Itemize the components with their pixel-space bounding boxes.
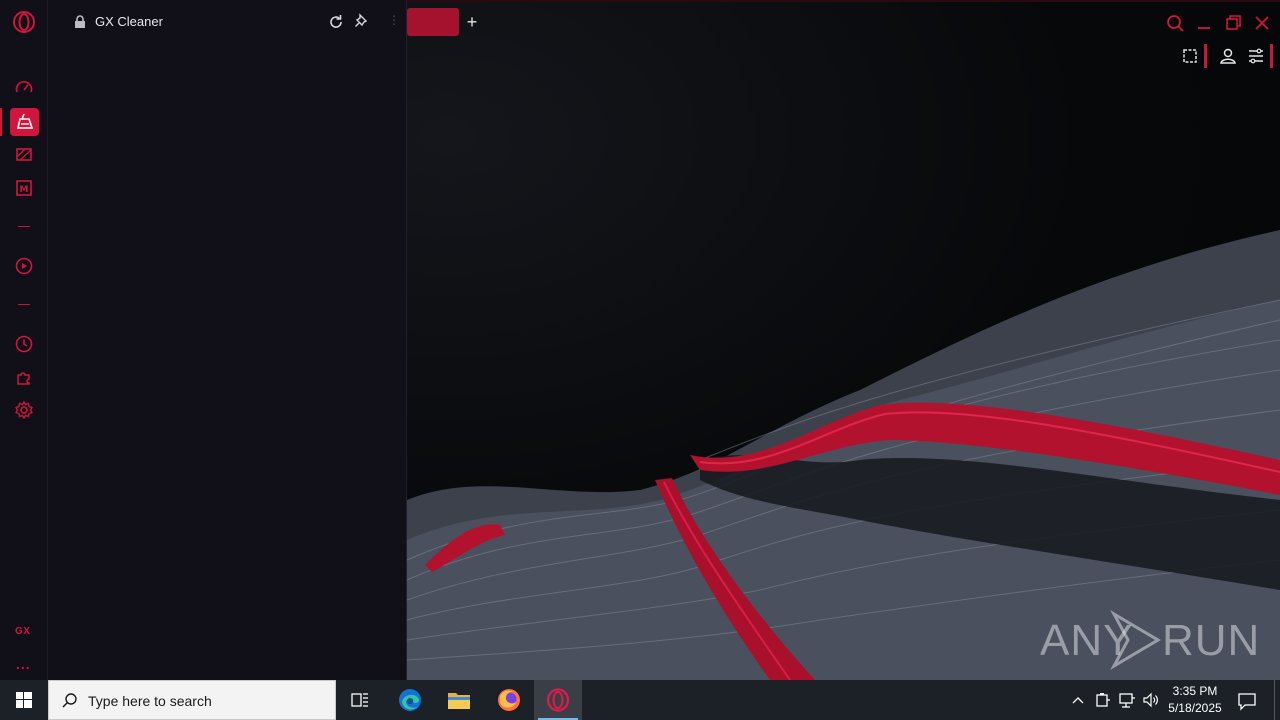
- speed-dial-icon[interactable]: [12, 76, 36, 100]
- history-icon[interactable]: [12, 332, 36, 356]
- toolbar-accent-left: [1204, 44, 1207, 68]
- active-indicator: [0, 108, 2, 136]
- search-placeholder: Type here to search: [88, 693, 212, 709]
- opera-gx-icon: [546, 688, 570, 712]
- gx-corner-icon[interactable]: M: [12, 176, 36, 200]
- windows-taskbar: Type here to search 3:35 PM 5/18/2025: [0, 680, 1280, 720]
- active-tab[interactable]: [407, 8, 459, 36]
- clock-date: 5/18/2025: [1168, 701, 1222, 715]
- network-icon[interactable]: [1117, 690, 1137, 710]
- sidebar-separator: [18, 304, 30, 305]
- windows-start-icon[interactable]: [0, 680, 48, 720]
- file-explorer-taskbar-button[interactable]: [435, 680, 483, 720]
- panel-title: GX Cleaner: [95, 14, 163, 29]
- firefox-icon: [498, 689, 520, 711]
- clock-time: 3:35 PM: [1172, 684, 1218, 698]
- device-icon[interactable]: [1093, 690, 1113, 710]
- snapshot-icon[interactable]: [1179, 45, 1201, 67]
- gx-cleaner-panel: GX Cleaner ⋮: [48, 0, 407, 680]
- show-desktop-divider[interactable]: [1274, 680, 1275, 720]
- watermark-right: RUN: [1162, 616, 1261, 665]
- desktop-screen: + M GX ... GX Cleaner ⋮ ANY RUN Type her…: [0, 0, 1280, 720]
- browser-sidebar: M GX ...: [0, 0, 48, 680]
- edge-icon: [399, 689, 421, 711]
- minimize-icon[interactable]: [1193, 12, 1215, 34]
- volume-icon[interactable]: [1141, 690, 1161, 710]
- gx-control-icon[interactable]: [12, 143, 36, 167]
- toolbar-accent-right: [1270, 44, 1273, 68]
- file-explorer-icon: [448, 693, 470, 709]
- taskbar-search-box[interactable]: Type here to search: [48, 680, 336, 720]
- task-view-icon: [351, 693, 368, 707]
- task-view-button[interactable]: [336, 680, 384, 720]
- new-tab-button[interactable]: +: [462, 12, 482, 32]
- chevron-up-icon[interactable]: [1068, 690, 1088, 710]
- settings-icon[interactable]: [12, 398, 36, 422]
- profile-icon[interactable]: [1217, 45, 1239, 67]
- opera-gx-taskbar-button[interactable]: [534, 680, 582, 720]
- taskbar-clock[interactable]: 3:35 PM 5/18/2025: [1160, 683, 1230, 717]
- restore-icon[interactable]: [1222, 12, 1244, 34]
- close-icon[interactable]: [1251, 12, 1273, 34]
- edge-taskbar-button[interactable]: [386, 680, 434, 720]
- firefox-taskbar-button[interactable]: [485, 680, 533, 720]
- play-logo-icon: [1110, 610, 1161, 670]
- player-icon[interactable]: [12, 254, 36, 278]
- lock-icon: [75, 15, 85, 28]
- notification-icon[interactable]: [1236, 690, 1258, 712]
- gx-cleaner-icon[interactable]: [13, 110, 37, 134]
- svg-text:M: M: [20, 185, 29, 195]
- panel-menu-icon[interactable]: ⋮: [388, 13, 400, 27]
- easy-setup-icon[interactable]: [1245, 45, 1267, 67]
- sidebar-more-button[interactable]: ...: [16, 656, 31, 672]
- gx-label[interactable]: GX: [15, 626, 30, 637]
- reload-icon[interactable]: [326, 12, 346, 32]
- opera-gx-logo-icon[interactable]: [12, 10, 36, 34]
- pin-icon[interactable]: [352, 12, 372, 32]
- search-icon: [62, 693, 77, 708]
- search-icon[interactable]: [1164, 12, 1186, 34]
- sidebar-separator: [18, 226, 30, 227]
- extensions-icon[interactable]: [12, 365, 36, 389]
